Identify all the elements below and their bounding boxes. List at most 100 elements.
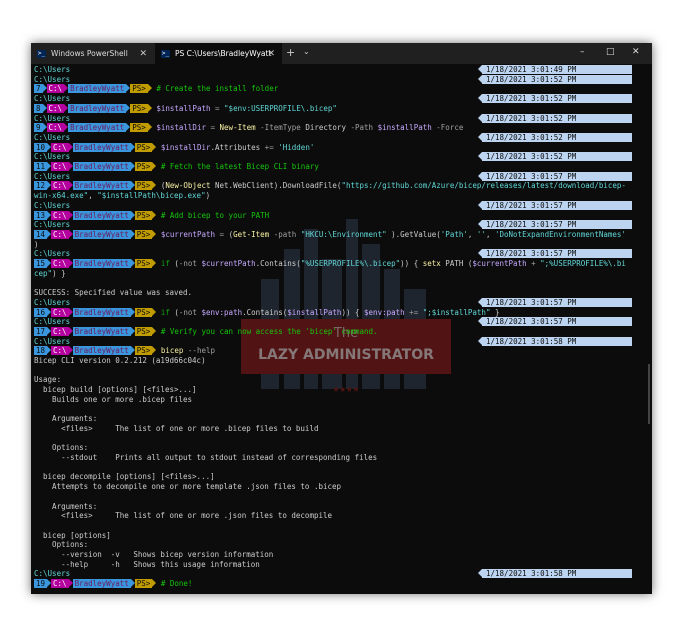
- timestamp: 1/18/2021 3:01:52 PM: [482, 94, 632, 104]
- terminal-line: C:\Users12.228 ms1/18/2021 3:01:52 PM: [34, 132, 642, 142]
- history-number: 13: [34, 210, 48, 220]
- code-token: # Verify you can now access the 'bicep' …: [160, 326, 378, 336]
- code-token: '': [476, 229, 486, 239]
- terminal-line: cep") }: [34, 269, 642, 278]
- prompt-ps: PS>: [134, 259, 153, 268]
- close-icon[interactable]: ✕: [139, 49, 147, 59]
- code-token: +: [526, 259, 541, 268]
- code-token: 'DoNotExpandEnvironmentNames': [494, 229, 626, 239]
- prompt-ps: PS>: [134, 181, 153, 191]
- terminal-line: win-x64.exe", "$installPath\bicep.exe"): [34, 191, 642, 200]
- path-line: C:\Users: [34, 336, 71, 346]
- terminal-line: C:\Users10.483 ms1/18/2021 3:01:57 PM: [34, 297, 642, 307]
- code-token: cep": [34, 268, 53, 278]
- code-token: -not: [178, 307, 202, 317]
- output-text: --stdout Prints all output to stdout ins…: [34, 453, 378, 462]
- output-text: Options:: [34, 443, 89, 453]
- output-text: Options:: [34, 540, 89, 550]
- prompt-ps: PS>: [130, 103, 148, 113]
- history-number: 19: [34, 579, 48, 589]
- path-line: C:\Users: [34, 171, 71, 181]
- code-token: # Fetch the latest Bicep CLI binary: [160, 162, 319, 171]
- code-token: if: [160, 307, 170, 317]
- code-token: $installPath: [377, 123, 432, 133]
- prompt-separator: [152, 229, 157, 238]
- code-token: "HKCU:\Environment": [300, 229, 387, 239]
- prompt-user: BradleyWyatt: [72, 162, 131, 171]
- code-token: Get-Item: [233, 229, 270, 239]
- terminal-line: --help -h Shows this usage information: [34, 560, 642, 569]
- code-token: "%USERPROFILE%\.bicep": [300, 259, 401, 268]
- terminal-line: 14 C:\ BradleyWyatt PS> $currentPath = (Get…: [34, 229, 642, 239]
- window-close-icon[interactable]: ✕: [632, 47, 640, 57]
- scrollbar[interactable]: [648, 364, 650, 424]
- terminal-window: >_ Windows PowerShell ✕ >_ PS C:\Users\B…: [31, 43, 652, 594]
- prompt-drive: C:\: [51, 326, 69, 336]
- prompt-user: BradleyWyatt: [68, 103, 127, 113]
- terminal-line: C:\Users4151.9374 ms1/18/2021 3:01:57 PM: [34, 171, 642, 181]
- plus-icon[interactable]: +: [286, 46, 295, 59]
- path-line: C:\Users: [34, 220, 71, 230]
- output-text: Bicep CLI version 0.2.212 (a19d66c04c): [34, 356, 206, 365]
- code-token: ";%USERPROFILE%\.bi: [540, 259, 626, 268]
- terminal-output[interactable]: The LAZY ADMINISTRATOR ★★★★ C:\Users3.42…: [31, 64, 652, 594]
- code-token: PATH (: [440, 259, 473, 268]
- terminal-line: C:\Users7.4678 ms1/18/2021 3:01:58 PM: [34, 569, 642, 579]
- minimize-icon[interactable]: –: [580, 47, 585, 57]
- chevron-down-icon[interactable]: ⌄: [303, 47, 310, 56]
- prompt-user: BradleyWyatt: [72, 181, 131, 191]
- code-token: 'Path': [440, 229, 468, 239]
- close-icon[interactable]: ✕: [267, 49, 275, 59]
- tab-ps-users[interactable]: >_ PS C:\Users\BradleyWyatt ✕: [155, 43, 282, 64]
- prompt-ps: PS>: [130, 123, 148, 133]
- prompt-drive: C:\: [46, 84, 65, 94]
- history-number: 15: [34, 259, 48, 268]
- prompt-ps: PS>: [134, 307, 153, 317]
- code-token: )) {: [400, 259, 423, 268]
- code-token: =: [215, 229, 229, 239]
- history-number: 7: [34, 84, 43, 94]
- prompt-user: BradleyWyatt: [68, 84, 127, 94]
- code-token: $currentPath: [472, 259, 527, 268]
- prompt-user: BradleyWyatt: [72, 229, 131, 239]
- prompt-separator: [152, 307, 157, 316]
- prompt-drive: C:\: [51, 162, 69, 171]
- code-token: win-x64.exe": [34, 191, 89, 201]
- code-token: +=: [260, 142, 279, 152]
- output-text: Attempts to decompile one or more templa…: [34, 482, 342, 492]
- code-token: $installPath: [287, 307, 342, 317]
- code-token: $env:path: [364, 307, 405, 317]
- code-token: .Attributes: [210, 142, 261, 152]
- code-token: "$env:USERPROFILE\.bicep": [224, 103, 337, 113]
- path-line: C:\Users: [34, 569, 71, 579]
- terminal-line: 12 C:\ BradleyWyatt PS> (New-Object Net.Web…: [34, 181, 642, 191]
- output-text: Arguments:: [34, 414, 98, 424]
- terminal-line: bicep decompile [options] [<files>...]: [34, 472, 642, 481]
- timestamp: 1/18/2021 3:01:52 PM: [482, 113, 632, 123]
- code-token: 'Hidden': [278, 142, 315, 152]
- output-text: Builds one or more .bicep files: [34, 394, 193, 404]
- code-token: -path: [269, 229, 301, 239]
- code-token: $currentPath: [160, 229, 216, 239]
- code-token: )) {: [341, 307, 365, 317]
- code-token: ";$installPath": [422, 307, 491, 317]
- output-text: SUCCESS: Specified value was saved.: [34, 288, 193, 298]
- history-number: 18: [34, 346, 48, 356]
- output-text: bicep [options]: [34, 530, 111, 540]
- terminal-line: 15 C:\ BradleyWyatt PS> if (-not $currentPa…: [34, 259, 642, 268]
- prompt-user: BradleyWyatt: [72, 579, 131, 589]
- terminal-line: C:\Users3.4209 ms1/18/2021 3:01:49 PM: [34, 65, 642, 74]
- prompt-user: BradleyWyatt: [68, 123, 127, 133]
- prompt-ps: PS>: [134, 346, 153, 356]
- terminal-line: 10 C:\ BradleyWyatt PS> $installDir.Attribu…: [34, 142, 642, 152]
- tab-windows-powershell[interactable]: >_ Windows PowerShell ✕: [31, 43, 154, 64]
- path-line: C:\Users: [34, 297, 71, 307]
- prompt-user: BradleyWyatt: [72, 210, 131, 220]
- maximize-icon[interactable]: □: [606, 47, 615, 57]
- output-text: --help -h Shows this usage information: [34, 559, 260, 569]
- output-text: <files> The list of one or more .bicep f…: [34, 423, 319, 433]
- terminal-line: 7 C:\ BradleyWyatt PS> # Create the install…: [34, 84, 642, 94]
- code-token: -ItemType: [255, 123, 306, 133]
